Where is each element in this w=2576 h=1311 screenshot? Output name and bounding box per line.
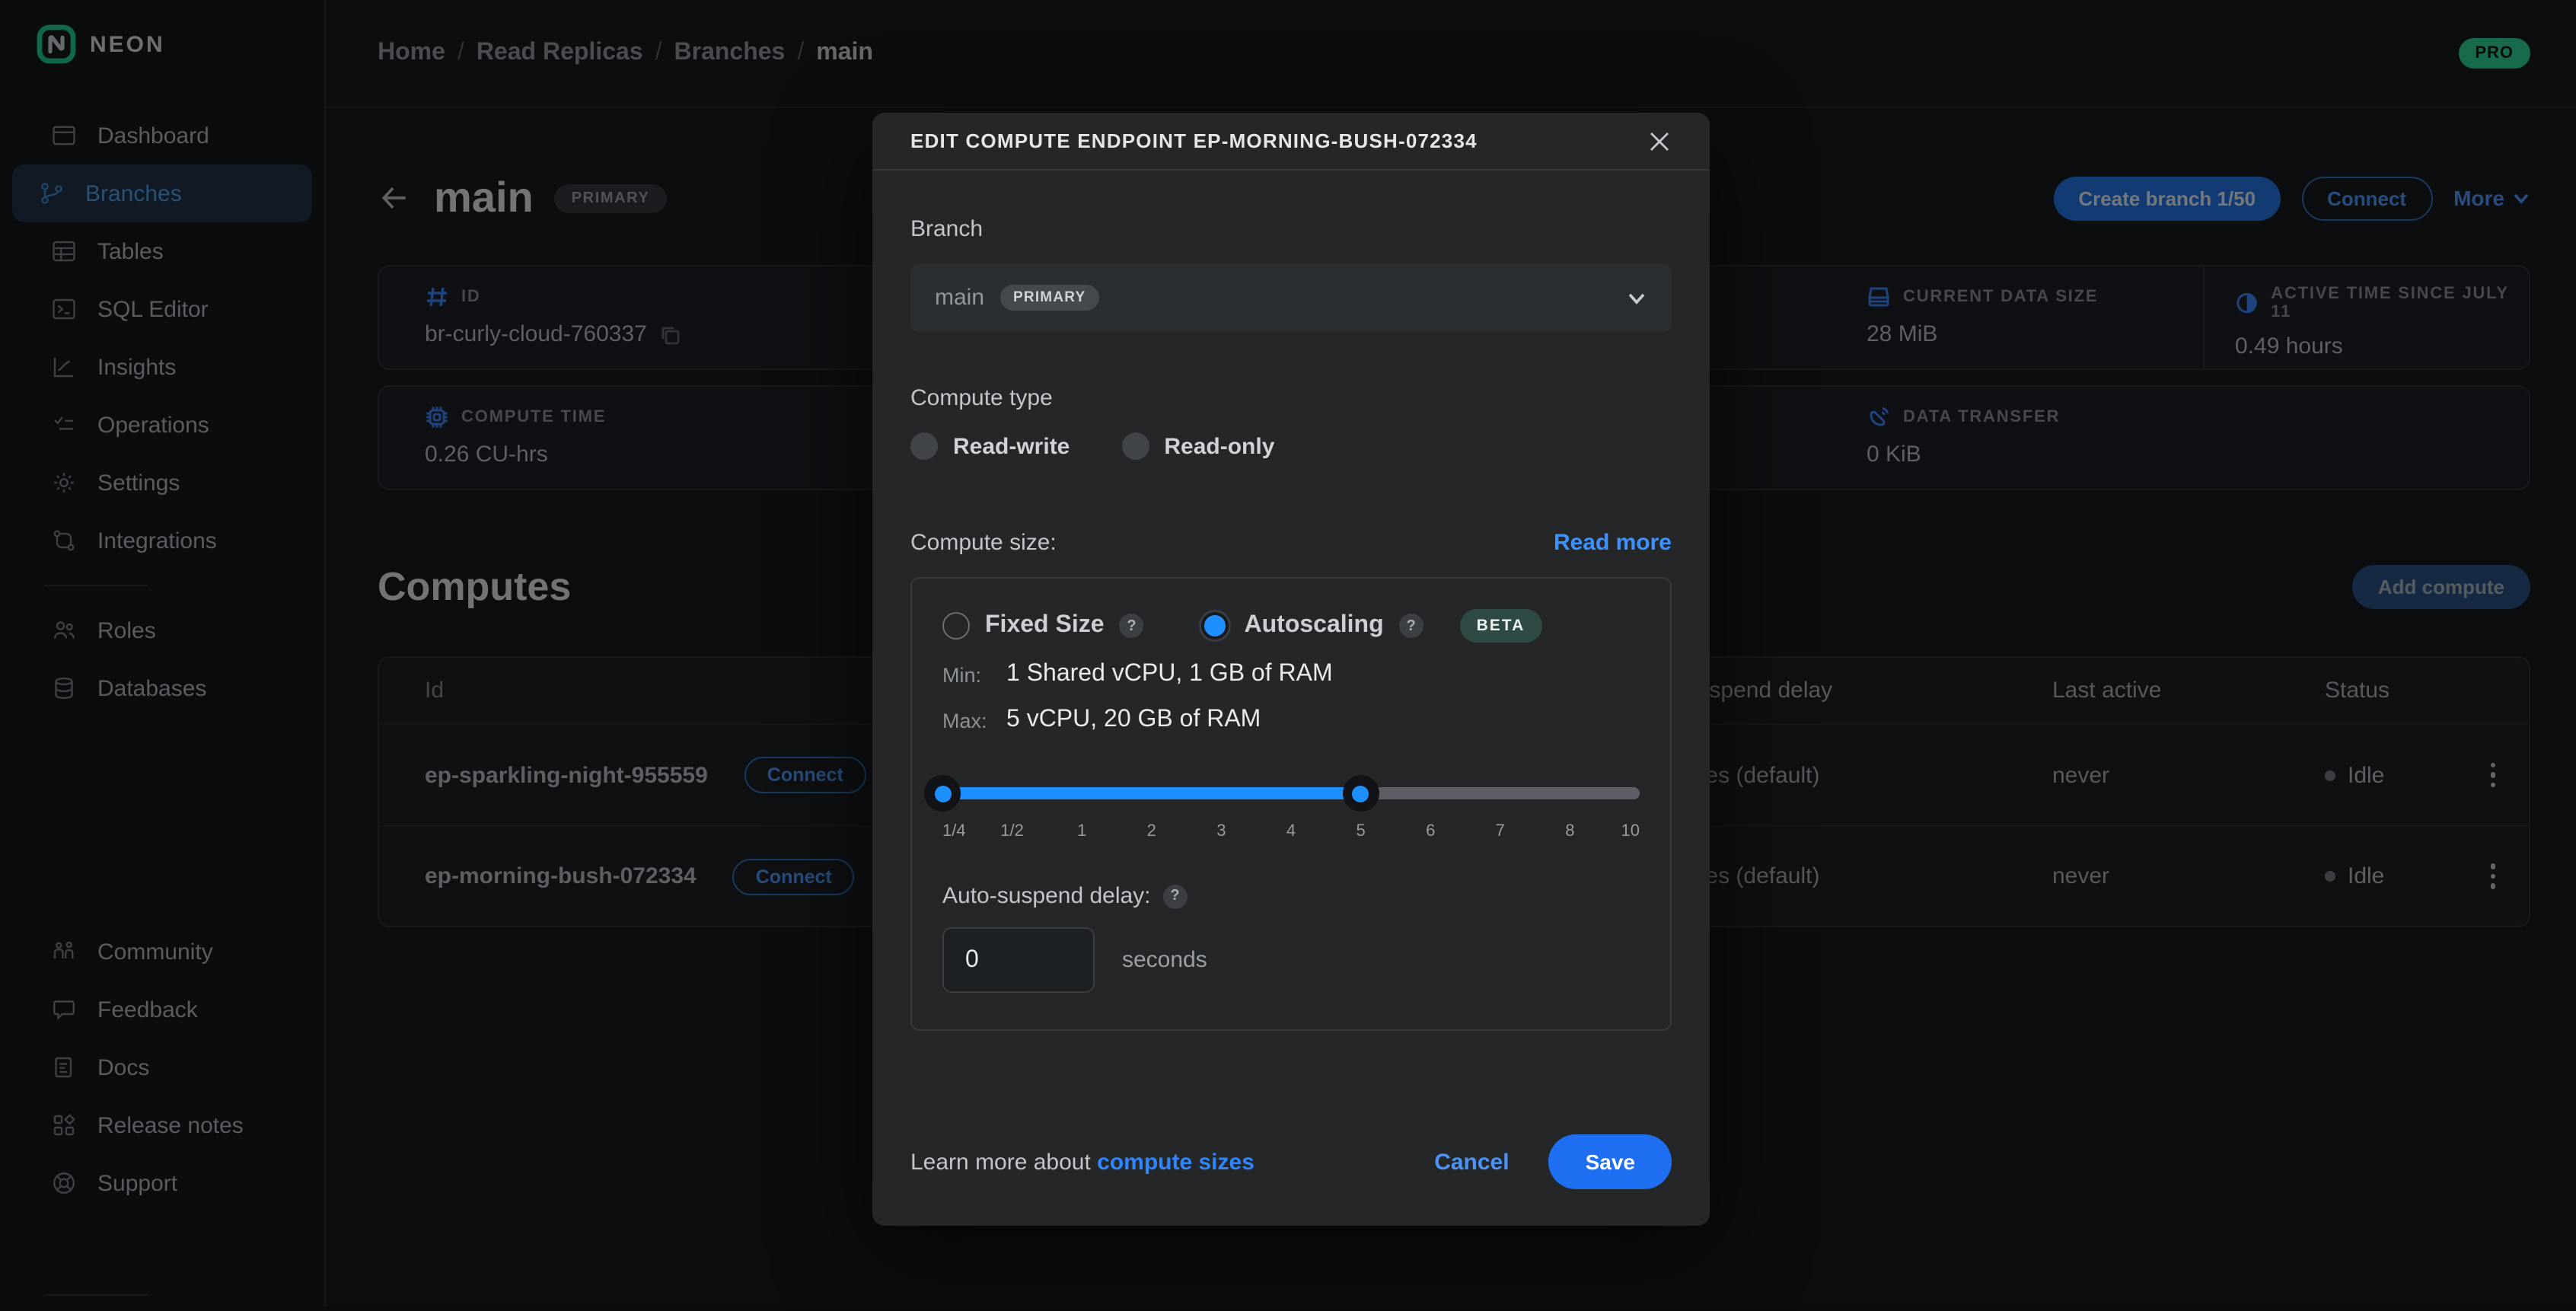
compute-type-label: Compute type	[910, 385, 1672, 411]
compute-type-options: Read-write Read-only	[910, 432, 1672, 460]
compute-size-header: Compute size: Read more	[910, 530, 1672, 556]
radio-icon	[942, 612, 970, 640]
min-size-row: Min: 1 Shared vCPU, 1 GB of RAM	[942, 661, 1640, 688]
beta-badge: BETA	[1460, 609, 1542, 643]
branch-select-value: main	[935, 285, 984, 311]
branch-field-label: Branch	[910, 216, 1672, 242]
help-icon[interactable]: ?	[1399, 614, 1423, 638]
compute-size-slider[interactable]	[942, 777, 1640, 810]
radio-icon	[1121, 432, 1149, 460]
close-icon[interactable]	[1647, 129, 1672, 153]
modal-title: EDIT COMPUTE ENDPOINT EP-MORNING-BUSH-07…	[910, 129, 1478, 152]
tick-label: 1	[1077, 822, 1086, 841]
slider-handle-min[interactable]	[924, 775, 961, 812]
edit-compute-endpoint-modal: EDIT COMPUTE ENDPOINT EP-MORNING-BUSH-07…	[872, 113, 1710, 1226]
tick-label: 2	[1147, 822, 1156, 841]
learn-more-prefix: Learn more about	[910, 1149, 1097, 1175]
auto-suspend-unit: seconds	[1122, 947, 1207, 973]
help-icon[interactable]: ?	[1163, 884, 1188, 908]
slider-tick-labels: 1/4 1/2 1 2 3 4 5 6 7 8 10	[942, 822, 1640, 844]
compute-size-label: Compute size:	[910, 530, 1057, 556]
radio-read-only[interactable]: Read-only	[1121, 432, 1274, 460]
radio-icon	[910, 432, 938, 460]
slider-handle-max[interactable]	[1343, 775, 1379, 812]
tick-label: 6	[1426, 822, 1435, 841]
max-value: 5 vCPU, 20 GB of RAM	[1006, 707, 1261, 734]
chevron-down-icon	[1626, 287, 1647, 308]
tick-label: 3	[1216, 822, 1226, 841]
max-label: Max:	[942, 709, 1006, 732]
primary-badge: PRIMARY	[999, 285, 1099, 311]
tick-label: 1/2	[1000, 822, 1024, 841]
min-label: Min:	[942, 663, 1006, 686]
cancel-button[interactable]: Cancel	[1434, 1149, 1509, 1175]
radio-read-write[interactable]: Read-write	[910, 432, 1070, 460]
read-more-link[interactable]: Read more	[1554, 530, 1672, 556]
slider-fill	[942, 787, 1361, 799]
branch-select[interactable]: main PRIMARY	[910, 263, 1672, 332]
tick-label: 4	[1286, 822, 1296, 841]
radio-label: Fixed Size	[985, 612, 1105, 640]
auto-suspend-label: Auto-suspend delay:	[942, 883, 1151, 909]
auto-suspend-label-row: Auto-suspend delay: ?	[942, 883, 1640, 909]
auto-suspend-input-row: seconds	[942, 927, 1640, 993]
tick-label: 10	[1621, 822, 1640, 841]
compute-size-panel: Fixed Size ? Autoscaling ? BETA Min: 1 S…	[910, 577, 1672, 1031]
min-value: 1 Shared vCPU, 1 GB of RAM	[1006, 661, 1333, 688]
radio-label: Autoscaling	[1245, 612, 1384, 640]
tick-label: 1/4	[942, 822, 966, 841]
compute-sizes-link[interactable]: compute sizes	[1097, 1149, 1255, 1175]
help-icon[interactable]: ?	[1120, 614, 1144, 638]
radio-fixed-size[interactable]: Fixed Size ?	[942, 612, 1144, 640]
radio-icon-selected	[1202, 612, 1229, 640]
radio-label: Read-write	[953, 433, 1070, 459]
save-button[interactable]: Save	[1549, 1134, 1672, 1189]
radio-autoscaling[interactable]: Autoscaling ?	[1202, 612, 1423, 640]
tick-label: 7	[1496, 822, 1505, 841]
size-mode-options: Fixed Size ? Autoscaling ? BETA	[942, 609, 1640, 643]
tick-label: 5	[1356, 822, 1365, 841]
auto-suspend-input[interactable]	[942, 927, 1095, 993]
max-size-row: Max: 5 vCPU, 20 GB of RAM	[942, 707, 1640, 734]
modal-footer: Learn more about compute sizes Cancel Sa…	[872, 1134, 1710, 1226]
modal-body: Branch main PRIMARY Compute type Read-wr…	[872, 171, 1710, 1134]
modal-header: EDIT COMPUTE ENDPOINT EP-MORNING-BUSH-07…	[872, 113, 1710, 171]
radio-label: Read-only	[1164, 433, 1274, 459]
tick-label: 8	[1565, 822, 1574, 841]
learn-more-text: Learn more about compute sizes	[910, 1149, 1255, 1175]
